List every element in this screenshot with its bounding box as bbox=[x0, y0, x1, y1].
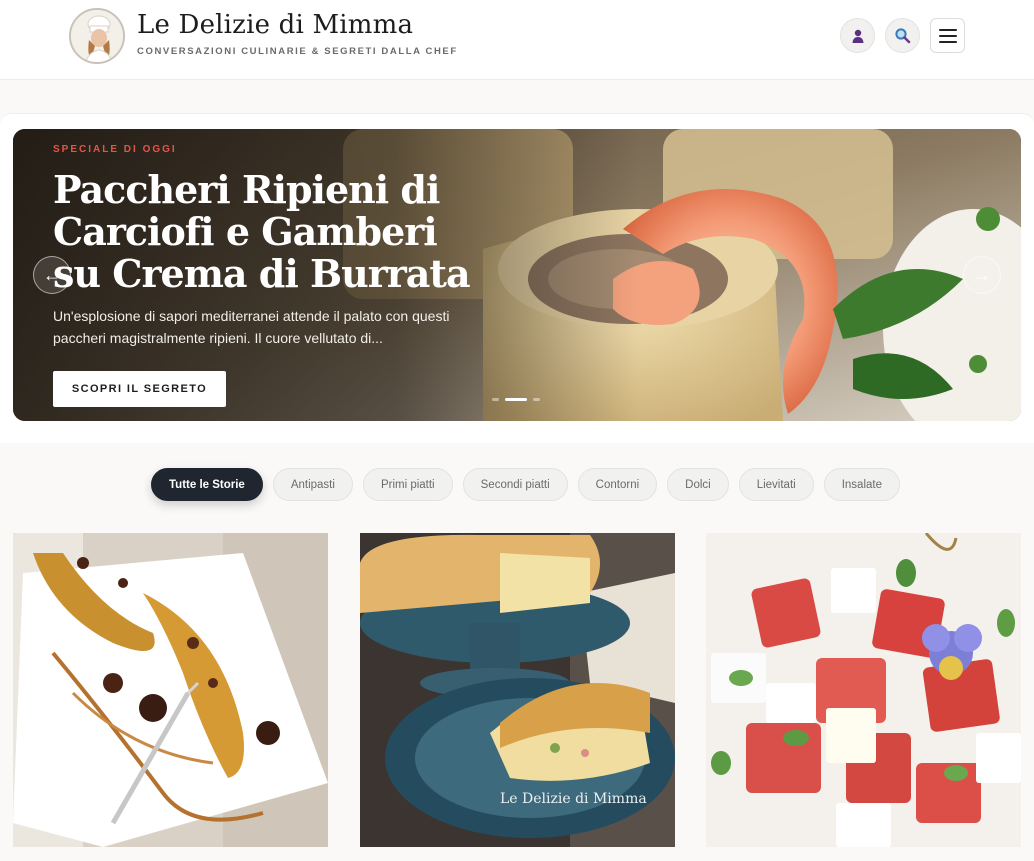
search-icon bbox=[895, 28, 911, 44]
category-pill-primi[interactable]: Primi piatti bbox=[362, 468, 453, 501]
category-pill-dolci[interactable]: Dolci bbox=[667, 468, 729, 501]
category-pill-antipasti[interactable]: Antipasti bbox=[272, 468, 353, 501]
hero-carousel[interactable]: SPECIALE DI OGGI Paccheri Ripieni di Car… bbox=[13, 129, 1021, 421]
discover-secret-button[interactable]: SCOPRI IL SEGRETO bbox=[53, 371, 226, 407]
carousel-dot-active[interactable] bbox=[505, 398, 527, 401]
recipe-image-watermelon bbox=[706, 533, 1021, 847]
category-pill-lievitati[interactable]: Lievitati bbox=[738, 468, 814, 501]
recipe-card-banana[interactable] bbox=[13, 533, 328, 847]
recipe-card-quiche[interactable]: Le Delizie di Mimma bbox=[360, 533, 675, 847]
site-tagline: CONVERSAZIONI CULINARIE & SEGRETI DALLA … bbox=[137, 46, 458, 57]
recipe-card-watermelon-salad[interactable] bbox=[706, 533, 1021, 847]
category-pill-contorni[interactable]: Contorni bbox=[577, 468, 658, 501]
hero-kicker: SPECIALE DI OGGI bbox=[53, 144, 177, 155]
user-account-button[interactable] bbox=[840, 18, 875, 53]
hamburger-menu-icon bbox=[938, 28, 957, 31]
hamburger-menu-button[interactable] bbox=[930, 18, 965, 53]
carousel-indicators bbox=[492, 398, 540, 401]
category-pill-secondi[interactable]: Secondi piatti bbox=[462, 468, 568, 501]
category-pill-insalate[interactable]: Insalate bbox=[823, 468, 900, 501]
arrow-left-icon: ← bbox=[43, 264, 61, 285]
hero-title[interactable]: Paccheri Ripieni di Carciofi e Gamberi s… bbox=[53, 169, 473, 295]
recipe-watermark: Le Delizie di Mimma bbox=[500, 791, 647, 807]
arrow-right-icon: → bbox=[973, 264, 991, 285]
recipe-image-banana bbox=[13, 533, 328, 847]
carousel-dot[interactable] bbox=[533, 398, 540, 401]
site-title[interactable]: Le Delizie di Mimma bbox=[137, 10, 413, 40]
category-filter: Tutte le Storie Antipasti Primi piatti S… bbox=[151, 468, 900, 501]
carousel-dot[interactable] bbox=[492, 398, 499, 401]
site-header: Le Delizie di Mimma CONVERSAZIONI CULINA… bbox=[0, 0, 1034, 80]
category-pill-tutte[interactable]: Tutte le Storie bbox=[151, 468, 263, 501]
search-button[interactable] bbox=[885, 18, 920, 53]
chef-avatar-logo[interactable] bbox=[69, 8, 125, 64]
carousel-next-button[interactable]: → bbox=[963, 256, 1001, 294]
hero-description: Un'esplosione di sapori mediterranei att… bbox=[53, 308, 450, 346]
user-icon bbox=[852, 29, 863, 43]
carousel-prev-button[interactable]: ← bbox=[33, 256, 71, 294]
